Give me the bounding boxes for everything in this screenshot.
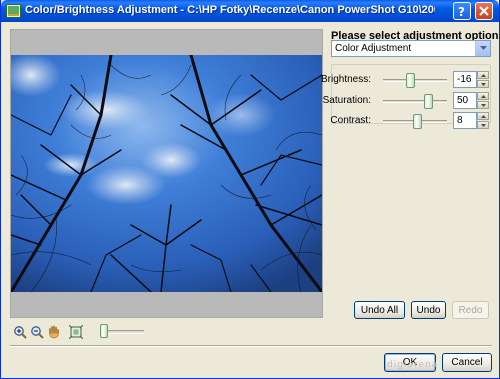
help-button[interactable]: ?	[453, 2, 471, 20]
adjustment-option-select[interactable]: Color Adjustment	[331, 40, 491, 57]
saturation-spinner[interactable]	[477, 92, 489, 109]
help-icon: ?	[458, 5, 465, 17]
saturation-value-field[interactable]: 50	[453, 92, 477, 109]
saturation-spin-down[interactable]	[477, 101, 489, 109]
brightness-value-field[interactable]: -16	[453, 71, 477, 88]
saturation-value: 50	[457, 95, 469, 106]
window-title: Color/Brightness Adjustment - C:\HP Fotk…	[25, 4, 435, 16]
brightness-spin-up[interactable]	[477, 71, 489, 79]
caret-up-icon	[480, 114, 486, 118]
saturation-spin-up[interactable]	[477, 92, 489, 100]
saturation-slider-track[interactable]	[383, 100, 447, 103]
brightness-spin-down[interactable]	[477, 80, 489, 88]
color-brightness-dialog: Color/Brightness Adjustment - C:\HP Fotk…	[0, 0, 500, 379]
saturation-row: Saturation: 50	[323, 92, 491, 110]
redo-button[interactable]: Redo	[452, 301, 489, 319]
zoom-out-icon[interactable]	[30, 325, 44, 339]
close-button[interactable]	[475, 2, 493, 20]
undo-all-button[interactable]: Undo All	[354, 301, 405, 319]
contrast-value: 8	[457, 115, 463, 126]
caret-up-icon	[480, 73, 486, 77]
contrast-label: Contrast:	[330, 115, 371, 126]
saturation-slider-thumb[interactable]	[424, 94, 434, 109]
cancel-button[interactable]: Cancel	[442, 353, 492, 372]
contrast-value-field[interactable]: 8	[453, 112, 477, 129]
contrast-row: Contrast: 8	[330, 112, 491, 130]
contrast-slider-thumb[interactable]	[412, 114, 422, 129]
brightness-row: Brightness: -16	[321, 71, 491, 89]
caret-down-icon	[480, 123, 486, 127]
contrast-spin-up[interactable]	[477, 112, 489, 120]
brightness-spinner[interactable]	[477, 71, 489, 88]
brightness-slider-thumb[interactable]	[406, 73, 416, 88]
chevron-down-icon	[479, 46, 487, 50]
select-value: Color Adjustment	[335, 43, 412, 54]
select-dropdown-button[interactable]	[475, 41, 490, 56]
watermark-logo: digiarena	[387, 360, 439, 370]
title-bar[interactable]: Color/Brightness Adjustment - C:\HP Fotk…	[1, 0, 499, 22]
caret-up-icon	[480, 94, 486, 98]
photo-preview	[11, 55, 322, 292]
caret-down-icon	[480, 82, 486, 86]
contrast-spin-down[interactable]	[477, 121, 489, 129]
footer-separator	[10, 345, 492, 347]
app-icon	[6, 4, 21, 18]
fit-to-window-icon[interactable]	[69, 325, 83, 339]
undo-button[interactable]: Undo	[411, 301, 446, 319]
contrast-spinner[interactable]	[477, 112, 489, 129]
pan-hand-icon[interactable]	[47, 325, 61, 339]
brightness-label: Brightness:	[320, 74, 371, 85]
zoom-in-icon[interactable]	[13, 325, 27, 339]
zoom-slider-thumb[interactable]	[100, 324, 108, 338]
saturation-label: Saturation:	[322, 95, 371, 106]
image-preview-area[interactable]	[10, 29, 323, 318]
brightness-value: -16	[457, 74, 472, 85]
close-icon	[479, 6, 489, 16]
caret-down-icon	[480, 103, 486, 107]
svg-text:?: ?	[458, 5, 465, 17]
